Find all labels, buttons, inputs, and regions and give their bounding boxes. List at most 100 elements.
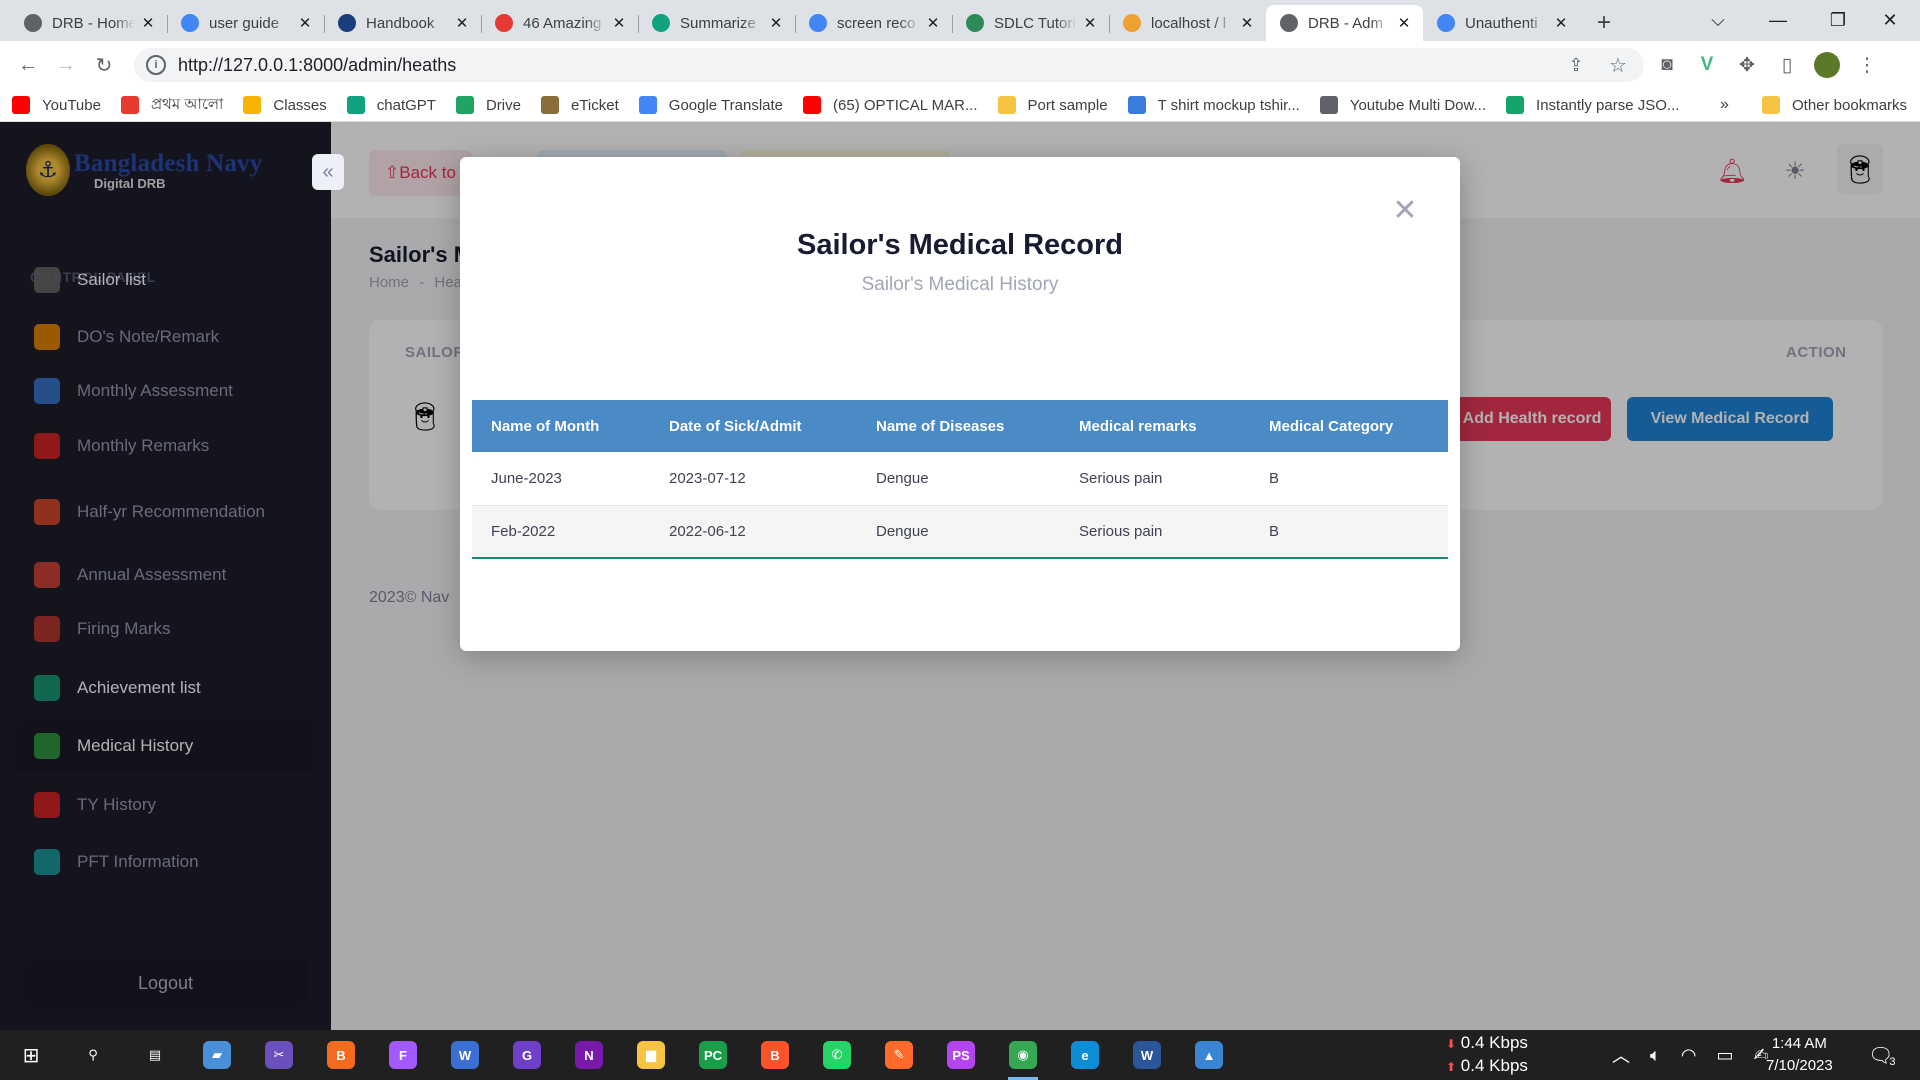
- browser-tab[interactable]: Handbook ✕: [324, 5, 481, 41]
- tray-chevron-icon[interactable]: ︿: [1612, 1042, 1630, 1068]
- back-arrow-icon[interactable]: ←: [12, 49, 44, 81]
- app-orange-icon[interactable]: B: [310, 1030, 372, 1080]
- app-pen-icon[interactable]: ✎: [868, 1030, 930, 1080]
- collapse-sidebar-icon[interactable]: «: [312, 154, 344, 190]
- bookmarks-bar: YouTube প্রথম আলো Classes chatGPT Drive eTick…: [0, 89, 1920, 122]
- chrome-icon[interactable]: ◉: [992, 1030, 1054, 1080]
- wifi-icon[interactable]: ◠: [1681, 1045, 1697, 1066]
- table-header-row: Name of Month Date of Sick/Admit Name of D…: [472, 400, 1448, 452]
- photos-icon[interactable]: ▲: [1178, 1030, 1240, 1080]
- share-icon[interactable]: ⇪: [1562, 55, 1590, 76]
- modal-close-icon[interactable]: ✕: [1390, 194, 1420, 227]
- bookmark-item[interactable]: Instantly parse JSO...: [1506, 96, 1679, 114]
- browser-tab[interactable]: Summarize ✕: [638, 5, 795, 41]
- restore-icon[interactable]: ❐: [1808, 0, 1868, 41]
- bookmark-item[interactable]: Google Translate: [638, 96, 783, 114]
- window-close-icon[interactable]: ✕: [1860, 0, 1920, 41]
- app-w-glyph: W: [451, 1041, 479, 1069]
- table-column-header: Medical Category: [1250, 400, 1448, 452]
- reload-icon[interactable]: ↻: [88, 49, 120, 81]
- other-bookmarks[interactable]: Other bookmarks: [1762, 96, 1907, 114]
- bookmark-item[interactable]: Drive: [455, 96, 521, 114]
- browser-tab-title: Handbook: [366, 14, 435, 32]
- edge-icon[interactable]: e: [1054, 1030, 1116, 1080]
- screenshot-extension-icon[interactable]: ◙: [1650, 48, 1684, 82]
- tab-close-icon[interactable]: ✕: [1395, 14, 1413, 32]
- bookmark-item[interactable]: T shirt mockup tshir...: [1127, 96, 1300, 114]
- tab-close-icon[interactable]: ✕: [1081, 14, 1099, 32]
- bookmark-item[interactable]: Youtube Multi Dow...: [1319, 96, 1486, 114]
- extensions-puzzle-icon[interactable]: ✥: [1730, 48, 1764, 82]
- table-cell: Dengue: [857, 452, 1060, 506]
- bookmark-item[interactable]: YouTube: [12, 96, 101, 114]
- browser-tab[interactable]: user guide ✕: [167, 5, 324, 41]
- pycharm-glyph: PC: [699, 1041, 727, 1069]
- bookmark-item[interactable]: Port sample: [997, 96, 1108, 114]
- tab-close-icon[interactable]: ✕: [1552, 14, 1570, 32]
- minimize-icon[interactable]: —: [1748, 0, 1808, 41]
- phpstorm-icon[interactable]: PS: [930, 1030, 992, 1080]
- side-panel-icon[interactable]: ▯: [1770, 48, 1804, 82]
- snipping-icon[interactable]: ✂: [248, 1030, 310, 1080]
- browser-tab[interactable]: 46 Amazing ✕: [481, 5, 638, 41]
- clock-time: 1:44 AM: [1771, 1035, 1827, 1052]
- browser-tab[interactable]: SDLC Tutori ✕: [952, 5, 1109, 41]
- app-viewport: ⚓ Bangladesh Navy Digital DRB CONTROL PA…: [0, 122, 1920, 1030]
- browser-tab[interactable]: screen reco ✕: [795, 5, 952, 41]
- url-text[interactable]: http://127.0.0.1:8000/admin/heaths: [178, 55, 1562, 76]
- bookmark-label: Instantly parse JSO...: [1536, 96, 1680, 114]
- brave-icon[interactable]: B: [744, 1030, 806, 1080]
- taskview-glyph: ▤: [141, 1041, 169, 1069]
- explorer-icon[interactable]: ▆: [620, 1030, 682, 1080]
- table-cell: B: [1250, 505, 1448, 559]
- new-tab-icon[interactable]: +: [1586, 5, 1622, 41]
- tab-close-icon[interactable]: ✕: [296, 14, 314, 32]
- clock[interactable]: 1:44 AM 7/10/2023: [1766, 1030, 1833, 1080]
- github-icon[interactable]: G: [496, 1030, 558, 1080]
- figma-icon[interactable]: F: [372, 1030, 434, 1080]
- battery-icon[interactable]: ▭: [1717, 1045, 1734, 1066]
- site-info-icon[interactable]: i: [146, 55, 166, 75]
- taskbar-apps: ⚲ ▤ ▰ ✂ B F W G N ▆ PC B ✆ ✎ PS ◉ e W ▲: [62, 1030, 1240, 1080]
- notifications-icon[interactable]: 🗨︎ 3: [1868, 1030, 1896, 1080]
- vue-devtools-icon[interactable]: V: [1690, 48, 1724, 82]
- bookmark-item[interactable]: eTicket: [540, 96, 619, 114]
- bookmark-star-icon[interactable]: ☆: [1604, 53, 1632, 78]
- phpstorm-glyph: PS: [947, 1041, 975, 1069]
- browser-tab[interactable]: Unauthenti ✕: [1423, 5, 1580, 41]
- bookmarks-overflow-icon[interactable]: »: [1720, 96, 1729, 114]
- app-w-icon[interactable]: W: [434, 1030, 496, 1080]
- forward-arrow-icon[interactable]: →: [50, 49, 82, 81]
- bookmark-item[interactable]: (65) OPTICAL MAR...: [803, 96, 978, 114]
- onenote-icon[interactable]: N: [558, 1030, 620, 1080]
- volume-icon[interactable]: 🔈︎: [1650, 1045, 1661, 1066]
- tab-close-icon[interactable]: ✕: [924, 14, 942, 32]
- app-icon[interactable]: ▰: [186, 1030, 248, 1080]
- bookmark-item[interactable]: chatGPT: [346, 96, 436, 114]
- word-icon[interactable]: W: [1116, 1030, 1178, 1080]
- tab-search-icon[interactable]: ⌵: [1688, 0, 1748, 41]
- tab-close-icon[interactable]: ✕: [767, 14, 785, 32]
- bookmark-item[interactable]: Classes: [243, 96, 327, 114]
- pycharm-icon[interactable]: PC: [682, 1030, 744, 1080]
- tab-close-icon[interactable]: ✕: [1238, 14, 1256, 32]
- search-icon[interactable]: ⚲: [62, 1030, 124, 1080]
- windows-start-icon[interactable]: ⊞: [0, 1030, 62, 1080]
- tab-close-icon[interactable]: ✕: [453, 14, 471, 32]
- tab-close-icon[interactable]: ✕: [139, 14, 157, 32]
- taskview-icon[interactable]: ▤: [124, 1030, 186, 1080]
- whatsapp-icon[interactable]: ✆: [806, 1030, 868, 1080]
- browser-tab[interactable]: DRB - Home ✕: [10, 5, 167, 41]
- globe-icon: [1319, 96, 1338, 114]
- table-cell: Feb-2022: [472, 505, 650, 559]
- table-cell: Dengue: [857, 505, 1060, 559]
- qt-icon: [1506, 96, 1525, 114]
- browser-menu-icon[interactable]: ⋮: [1850, 48, 1884, 82]
- browser-tab[interactable]: localhost / l ✕: [1109, 5, 1266, 41]
- address-bar[interactable]: i http://127.0.0.1:8000/admin/heaths ⇪ ☆: [134, 48, 1644, 82]
- tab-close-icon[interactable]: ✕: [610, 14, 628, 32]
- bookmark-item[interactable]: প্রথম আলো: [120, 93, 223, 118]
- browser-tab[interactable]: DRB - Adm ✕: [1266, 5, 1423, 41]
- snipping-glyph: ✂: [265, 1041, 293, 1069]
- profile-avatar-icon[interactable]: [1810, 48, 1844, 82]
